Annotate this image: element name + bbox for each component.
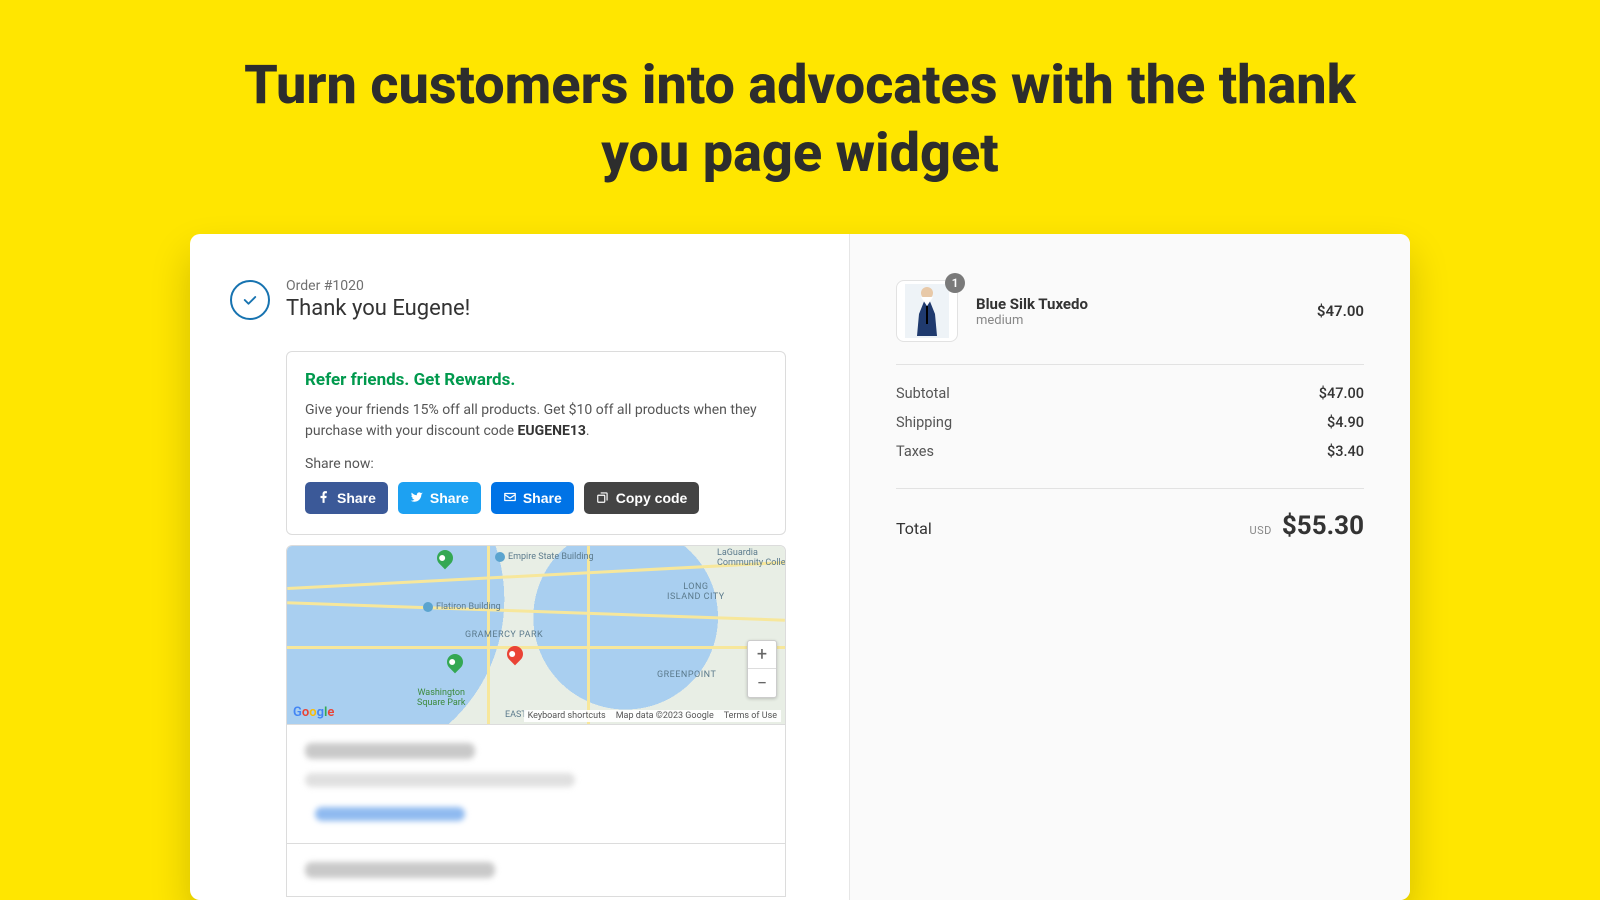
copy-icon [596, 490, 610, 507]
share-email-button[interactable]: Share [491, 482, 574, 514]
total-label: Total [896, 519, 932, 538]
product-price: $47.00 [1317, 302, 1364, 320]
map-attribution: Keyboard shortcuts Map data ©2023 Google… [524, 710, 781, 722]
thank-you-heading: Thank you Eugene! [286, 296, 470, 321]
twitter-icon [410, 490, 424, 507]
quantity-badge: 1 [945, 273, 965, 293]
referral-code: EUGENE13 [518, 423, 586, 439]
map-label-lic: LONG ISLAND CITY [667, 582, 725, 602]
copy-code-label: Copy code [616, 490, 688, 506]
map-label-gramercy: GRAMERCY PARK [465, 630, 543, 640]
share-twitter-label: Share [430, 490, 469, 506]
facebook-icon [317, 490, 331, 507]
taxes-label: Taxes [896, 443, 934, 460]
order-map[interactable]: Empire State Building Flatiron Building … [286, 545, 786, 725]
taxes-value: $3.40 [1327, 443, 1364, 460]
share-now-label: Share now: [305, 456, 767, 472]
order-number: Order #1020 [286, 278, 470, 294]
tuxedo-icon [905, 284, 949, 338]
referral-desc-tail: . [586, 423, 590, 439]
share-twitter-button[interactable]: Share [398, 482, 481, 514]
divider [896, 364, 1364, 365]
map-poi-flatiron: Flatiron Building [423, 602, 501, 612]
product-thumbnail: 1 [896, 280, 958, 342]
map-poi-empire-state: Empire State Building [495, 552, 594, 562]
product-variant: medium [976, 313, 1299, 328]
total-currency: USD [1249, 524, 1271, 537]
subtotal-value: $47.00 [1319, 385, 1364, 402]
checkmark-icon [230, 280, 270, 320]
left-pane: Order #1020 Thank you Eugene! Refer frie… [190, 234, 850, 900]
total-amount: $55.30 [1282, 511, 1364, 541]
page-headline: Turn customers into advocates with the t… [200, 0, 1400, 187]
referral-widget: Refer friends. Get Rewards. Give your fr… [286, 351, 786, 535]
blurred-content-block [286, 725, 786, 844]
checkout-card: Order #1020 Thank you Eugene! Refer frie… [190, 234, 1410, 900]
map-label-laguardia: LaGuardia Community College [717, 548, 786, 568]
subtotal-label: Subtotal [896, 385, 950, 402]
google-logo-icon: Google [293, 705, 334, 720]
share-facebook-label: Share [337, 490, 376, 506]
shipping-value: $4.90 [1327, 414, 1364, 431]
blurred-content-block-2 [286, 844, 786, 897]
map-keyboard-link[interactable]: Keyboard shortcuts [528, 711, 606, 721]
map-zoom-out-button[interactable]: − [748, 669, 776, 697]
copy-code-button[interactable]: Copy code [584, 482, 700, 514]
subtotal-row: Subtotal $47.00 [896, 379, 1364, 408]
map-terms-link[interactable]: Terms of Use [724, 711, 777, 721]
total-row: Total USD $55.30 [896, 503, 1364, 541]
email-icon [503, 490, 517, 507]
shipping-row: Shipping $4.90 [896, 408, 1364, 437]
map-label-wsp: Washington Square Park [417, 688, 465, 708]
order-summary-pane: 1 Blue Silk Tuxedo medium $47.00 Subtota… [850, 234, 1410, 900]
referral-title: Refer friends. Get Rewards. [305, 370, 767, 390]
map-zoom-control: + − [747, 640, 777, 698]
shipping-label: Shipping [896, 414, 952, 431]
share-email-label: Share [523, 490, 562, 506]
product-name: Blue Silk Tuxedo [976, 295, 1299, 313]
taxes-row: Taxes $3.40 [896, 437, 1364, 466]
map-zoom-in-button[interactable]: + [748, 641, 776, 669]
map-label-greenpoint: GREENPOINT [657, 670, 716, 680]
product-line-item: 1 Blue Silk Tuxedo medium $47.00 [896, 280, 1364, 342]
referral-description: Give your friends 15% off all products. … [305, 400, 767, 442]
share-facebook-button[interactable]: Share [305, 482, 388, 514]
divider [896, 488, 1364, 489]
map-data-text: Map data ©2023 Google [616, 711, 714, 721]
